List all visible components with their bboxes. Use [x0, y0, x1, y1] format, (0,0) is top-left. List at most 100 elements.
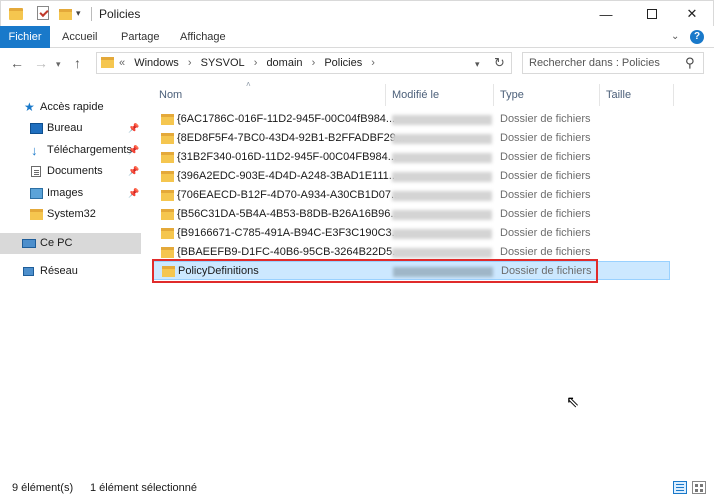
column-divider[interactable] [599, 84, 600, 106]
recent-locations-dropdown-icon[interactable]: ▾ [56, 59, 61, 70]
file-name: {8ED8F5F4-7BC0-43D4-92B1-B2FFADBF29... [177, 132, 406, 144]
close-button[interactable]: ✕ [669, 1, 714, 27]
desktop-icon [30, 123, 43, 134]
properties-icon[interactable] [37, 6, 49, 20]
address-bar[interactable]: « Windows › SYSVOL › domain › Policies ›… [96, 52, 512, 74]
breadcrumb-domain[interactable]: domain [266, 57, 302, 69]
pin-icon[interactable]: 📌 [128, 161, 139, 182]
modified-date-redacted [392, 248, 492, 258]
column-header-size[interactable]: Taille [606, 84, 631, 106]
nav-item-reseau[interactable]: Réseau [0, 261, 141, 282]
nav-item-acces-rapide[interactable]: ★ Accès rapide [0, 97, 141, 118]
folder-icon [9, 8, 23, 20]
column-divider[interactable] [385, 84, 386, 106]
nav-item-telechargements[interactable]: ↓ Téléchargements 📌 [0, 140, 141, 161]
modified-date-redacted [392, 153, 492, 163]
download-icon: ↓ [31, 143, 38, 158]
file-row[interactable]: {31B2F340-016D-11D2-945F-00C04FB984... D… [153, 148, 670, 167]
pictures-icon [30, 188, 43, 199]
nav-item-bureau[interactable]: Bureau 📌 [0, 118, 141, 139]
nav-item-documents[interactable]: Documents 📌 [0, 161, 141, 182]
column-header-type[interactable]: Type [500, 84, 524, 106]
breadcrumb-separator[interactable]: › [188, 57, 192, 69]
nav-item-label: Accès rapide [40, 101, 104, 113]
star-icon: ★ [24, 100, 35, 114]
nav-item-label: Documents [47, 165, 103, 177]
file-name: {706EAECD-B12F-4D70-A934-A30CB1D07... [177, 189, 401, 201]
pin-icon[interactable]: 📌 [128, 118, 139, 139]
minimize-icon: — [599, 6, 613, 22]
folder-icon [101, 57, 114, 68]
back-arrow-icon[interactable]: ← [10, 55, 24, 71]
file-row[interactable]: {B9166671-C785-491A-B94C-E3F3C190C3... D… [153, 224, 670, 243]
computer-icon [22, 239, 36, 248]
window-title: Policies [99, 7, 141, 21]
folder-icon [161, 152, 174, 163]
file-name: {396A2EDC-903E-4D4D-A248-3BAD1E111... [177, 170, 398, 182]
file-name: {31B2F340-016D-11D2-945F-00C04FB984... [177, 151, 397, 163]
column-divider[interactable] [673, 84, 674, 106]
folder-icon [161, 133, 174, 144]
expand-ribbon-icon[interactable]: ⌄ [671, 31, 679, 42]
file-row[interactable]: {8ED8F5F4-7BC0-43D4-92B1-B2FFADBF29... D… [153, 129, 670, 148]
folder-icon [161, 114, 174, 125]
nav-item-label: System32 [47, 208, 96, 220]
details-view-icon[interactable] [673, 481, 687, 494]
tab-accueil[interactable]: Accueil [52, 26, 107, 48]
breadcrumb-separator[interactable]: › [371, 57, 375, 69]
nav-item-images[interactable]: Images 📌 [0, 183, 141, 204]
breadcrumb-separator[interactable]: › [312, 57, 316, 69]
folder-icon [161, 228, 174, 239]
file-type: Dossier de fichiers [500, 208, 591, 220]
breadcrumb-policies[interactable]: Policies [324, 57, 362, 69]
network-icon [23, 267, 34, 276]
file-row[interactable]: {396A2EDC-903E-4D4D-A248-3BAD1E111... Do… [153, 167, 670, 186]
file-row[interactable]: {6AC1786C-016F-11D2-945F-00C04fB984... D… [153, 110, 670, 129]
search-icon[interactable]: ⚲ [685, 55, 695, 71]
address-dropdown-icon[interactable]: ▾ [475, 59, 480, 70]
folder-icon [30, 209, 43, 220]
selection-count: 1 élément sélectionné [90, 482, 198, 494]
tab-affichage[interactable]: Affichage [170, 26, 236, 48]
column-header-modified[interactable]: Modifié le [392, 84, 439, 106]
forward-arrow-icon[interactable]: → [34, 55, 48, 71]
breadcrumb-separator[interactable]: › [254, 57, 258, 69]
file-name: {6AC1786C-016F-11D2-945F-00C04fB984... [177, 113, 396, 125]
ribbon: Fichier Accueil Partage Affichage ⌄ ? [0, 26, 714, 48]
pin-icon[interactable]: 📌 [128, 183, 139, 204]
tab-fichier[interactable]: Fichier [0, 26, 50, 48]
pin-icon[interactable]: 📌 [128, 140, 139, 161]
folder-icon [161, 247, 174, 258]
file-type: Dossier de fichiers [500, 227, 591, 239]
search-box[interactable]: ⚲ [522, 52, 704, 74]
quick-access-dropdown-icon[interactable]: ▾ [76, 8, 81, 24]
breadcrumb-sysvol[interactable]: SYSVOL [201, 57, 245, 69]
column-header-name[interactable]: Nom [159, 84, 182, 106]
refresh-icon[interactable]: ↻ [494, 55, 505, 71]
nav-item-system32[interactable]: System32 [0, 204, 141, 225]
minimize-button[interactable]: — [583, 1, 629, 27]
tab-partage[interactable]: Partage [111, 26, 170, 48]
nav-item-label: Réseau [40, 265, 78, 277]
large-icons-view-icon[interactable] [692, 481, 706, 494]
search-input[interactable] [529, 56, 679, 70]
folder-icon [161, 171, 174, 182]
status-bar: 9 élément(s) 1 élément sélectionné [0, 476, 714, 500]
breadcrumb-windows[interactable]: Windows [134, 57, 179, 69]
highlight-annotation [152, 259, 598, 283]
modified-date-redacted [392, 210, 492, 220]
file-type: Dossier de fichiers [500, 151, 591, 163]
column-divider[interactable] [493, 84, 494, 106]
help-icon[interactable]: ? [690, 30, 704, 44]
nav-item-ce-pc[interactable]: Ce PC [0, 233, 141, 254]
file-row[interactable]: {B56C31DA-5B4A-4B53-B8DB-B26A16B96... Do… [153, 205, 670, 224]
new-folder-icon[interactable] [59, 9, 72, 20]
breadcrumb-overflow[interactable]: « [119, 57, 125, 69]
up-arrow-icon[interactable]: ↑ [74, 55, 81, 71]
folder-icon [161, 209, 174, 220]
breadcrumb: « Windows › SYSVOL › domain › Policies › [119, 57, 381, 69]
maximize-icon [647, 9, 657, 19]
file-name: {B9166671-C785-491A-B94C-E3F3C190C3... [177, 227, 401, 239]
file-row[interactable]: {706EAECD-B12F-4D70-A934-A30CB1D07... Do… [153, 186, 670, 205]
close-icon: ✕ [686, 6, 698, 21]
